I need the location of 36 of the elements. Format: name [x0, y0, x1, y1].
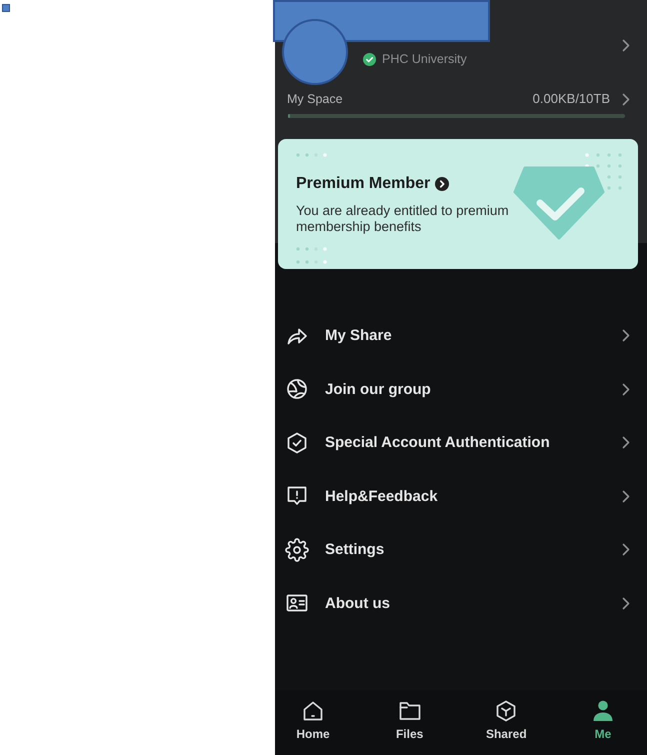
storage-usage: 0.00KB/10TB [532, 92, 610, 106]
cube-icon [494, 699, 518, 723]
arrow-circle-icon[interactable] [435, 177, 450, 191]
folder-icon [398, 699, 422, 723]
ball-icon [285, 377, 309, 402]
menu-item[interactable]: Join our group [275, 362, 647, 416]
tab[interactable]: Files [380, 699, 440, 741]
premium-description: You are already entitled to premium membership benefits [296, 203, 510, 235]
menu-item[interactable]: Help&Feedback [275, 470, 647, 523]
dot-grid-drawing [585, 153, 623, 191]
chevron-right-icon [622, 596, 630, 610]
settings-icon [285, 538, 309, 562]
chevron-right-icon[interactable] [622, 92, 630, 106]
organization-name: PHC University [382, 52, 467, 66]
dot-grid-drawing [296, 247, 330, 264]
premium-card[interactable]: Premium Member You are already entitled to premium membership benefits [278, 139, 638, 269]
premium-title: Premium Member [296, 174, 430, 194]
chevron-right-icon [622, 382, 630, 396]
chevron-right-icon [622, 543, 630, 556]
storage-label: My Space [287, 92, 343, 106]
menu-item[interactable]: My Share [275, 309, 647, 362]
shield-check-icon [285, 430, 309, 455]
menu-item[interactable]: Special Account Authentication [275, 416, 647, 470]
diamond-check-icon [513, 166, 605, 240]
menu-item[interactable]: About us [275, 576, 647, 630]
chevron-right-icon [622, 329, 630, 342]
tab[interactable]: Me [572, 699, 633, 741]
chevron-right-icon [622, 490, 630, 503]
menu-item[interactable]: Settings [275, 523, 647, 576]
tab[interactable]: Home [283, 699, 343, 741]
home-icon [301, 699, 325, 723]
person-icon [590, 699, 615, 723]
chevron-right-icon [622, 436, 630, 450]
square-icon [2, 4, 10, 12]
chevron-right-icon[interactable] [622, 38, 630, 52]
tab[interactable]: Shared [476, 699, 536, 741]
